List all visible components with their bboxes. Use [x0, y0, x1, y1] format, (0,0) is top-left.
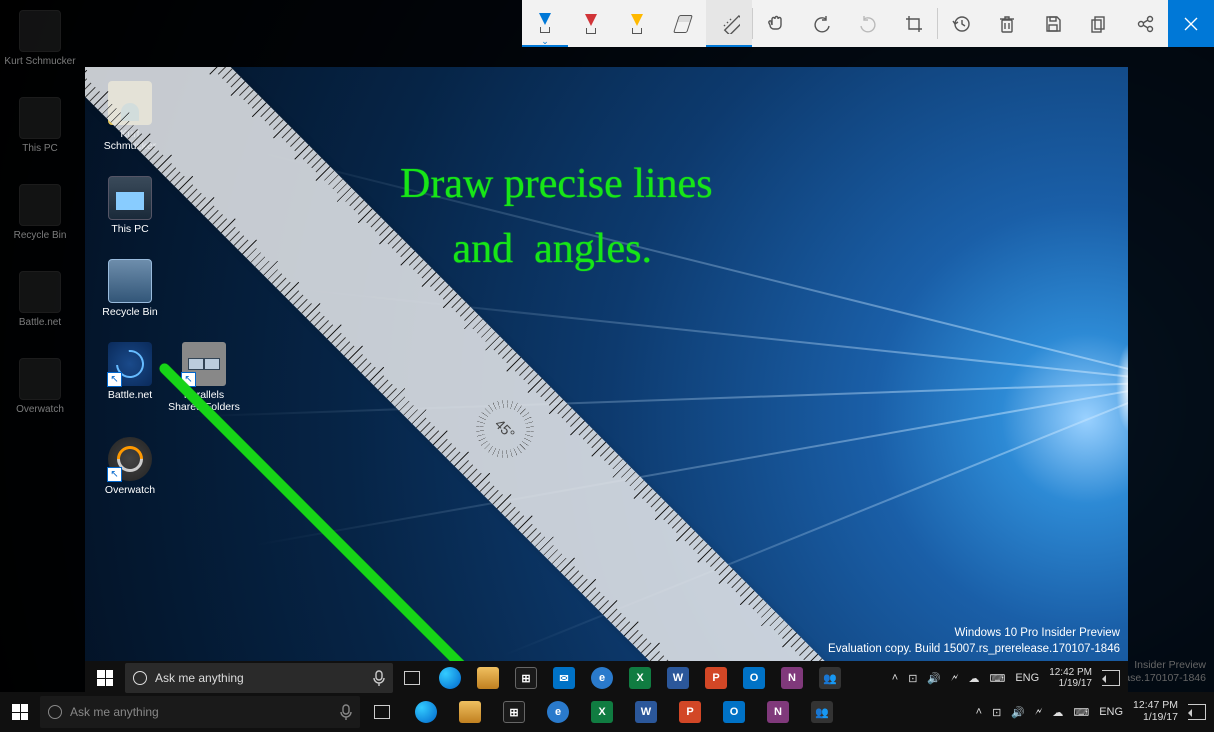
tray-chevron-icon[interactable]: ˄ — [892, 672, 898, 684]
pen-red[interactable] — [568, 0, 614, 47]
cortana-search[interactable]: Ask me anything — [125, 663, 393, 693]
tray-onedrive-icon[interactable]: ☁ — [968, 672, 979, 685]
outer-start-button[interactable] — [0, 692, 40, 732]
app-ie[interactable]: e — [583, 661, 621, 695]
crop-button[interactable] — [891, 0, 937, 47]
ruler-angle-indicator: 45° — [464, 388, 546, 470]
outer-taskbar: Ask me anything ⊞ e X W P O N 👥 ˄ ⊡ 🔊 🗲 … — [0, 692, 1214, 732]
redo-icon — [858, 14, 878, 34]
app-excel[interactable]: X — [580, 692, 624, 732]
app-outlook[interactable]: O — [735, 661, 773, 695]
backdrop-desktop-icons: Kurt Schmucker This PC Recycle Bin Battl… — [0, 10, 80, 415]
outer-taskbar-apps: ⊞ e X W P O N 👥 — [360, 692, 844, 732]
app-outlook[interactable]: O — [712, 692, 756, 732]
action-center-icon[interactable] — [1102, 670, 1120, 686]
windows-watermark: Windows 10 Pro Insider Preview Evaluatio… — [828, 625, 1120, 657]
tray-keyboard-icon[interactable]: ⌨ — [989, 672, 1005, 685]
tray-network-icon[interactable]: ⊡ — [992, 706, 1001, 719]
save-icon — [1043, 14, 1063, 34]
app-file-explorer[interactable] — [469, 661, 507, 695]
taskbar-apps: ⊞ ✉ e X W P O N 👥 — [393, 661, 849, 695]
touch-writing-tool[interactable] — [753, 0, 799, 47]
start-button[interactable] — [85, 658, 125, 695]
close-button[interactable] — [1168, 0, 1214, 47]
app-word[interactable]: W — [624, 692, 668, 732]
system-tray[interactable]: ˄ ⊡ 🔊 🗲 ☁ ⌨ ENG 12:42 PM 1/19/17 — [884, 667, 1128, 689]
pen-blue[interactable] — [522, 0, 568, 47]
copy-button[interactable] — [1076, 0, 1122, 47]
app-file-explorer[interactable] — [448, 692, 492, 732]
undo-button[interactable] — [799, 0, 845, 47]
cortana-icon — [133, 671, 147, 685]
save-button[interactable] — [1030, 0, 1076, 47]
share-icon — [1135, 14, 1155, 34]
app-onenote[interactable]: N — [773, 661, 811, 695]
redo-button[interactable] — [845, 0, 891, 47]
hand-icon — [765, 13, 787, 35]
search-placeholder: Ask me anything — [155, 671, 244, 685]
taskbar-clock[interactable]: 12:42 PM 1/19/17 — [1049, 667, 1092, 689]
app-edge[interactable] — [431, 661, 469, 695]
app-mail[interactable]: ✉ — [545, 661, 583, 695]
outer-cortana-search[interactable]: Ask me anything — [40, 696, 360, 728]
outer-action-center-icon[interactable] — [1188, 704, 1206, 720]
share-button[interactable] — [1122, 0, 1168, 47]
app-edge[interactable] — [404, 692, 448, 732]
mic-icon — [373, 670, 385, 686]
app-word[interactable]: W — [659, 661, 697, 695]
tray-volume-icon[interactable]: 🔊 — [927, 672, 941, 685]
trash-icon — [997, 14, 1017, 34]
tray-chevron-icon[interactable]: ˄ — [976, 706, 982, 718]
history-button[interactable] — [938, 0, 984, 47]
app-powerpoint[interactable]: P — [668, 692, 712, 732]
handwriting-annotation: Draw precise lines and angles. — [400, 152, 713, 282]
task-view-button[interactable] — [393, 661, 431, 695]
tray-volume-icon[interactable]: 🔊 — [1011, 706, 1025, 719]
app-people[interactable]: 👥 — [800, 692, 844, 732]
tray-onedrive-icon[interactable]: ☁ — [1052, 706, 1063, 719]
search-placeholder: Ask me anything — [70, 705, 159, 719]
app-store[interactable]: ⊞ — [507, 661, 545, 695]
app-store[interactable]: ⊞ — [492, 692, 536, 732]
outer-system-tray[interactable]: ˄ ⊡ 🔊 🗲 ☁ ⌨ ENG 12:47 PM 1/19/17 — [968, 700, 1214, 723]
screen-sketch-canvas[interactable]: Kurt Schmucker This PC Recycle Bin Battl… — [85, 67, 1128, 695]
inner-taskbar: Ask me anything ⊞ ✉ e X W P O N 👥 ˄ ⊡ 🔊 … — [85, 661, 1128, 695]
close-icon — [1182, 15, 1200, 33]
desktop-icon-this-pc[interactable]: This PC — [93, 176, 167, 235]
app-powerpoint[interactable]: P — [697, 661, 735, 695]
cortana-icon — [48, 705, 62, 719]
app-ie[interactable]: e — [536, 692, 580, 732]
copy-icon — [1089, 14, 1109, 34]
app-onenote[interactable]: N — [756, 692, 800, 732]
crop-icon — [904, 14, 924, 34]
tray-lang[interactable]: ENG — [1015, 672, 1039, 684]
undo-icon — [812, 14, 832, 34]
tray-battery-icon[interactable]: 🗲 — [1035, 706, 1042, 719]
history-icon — [951, 14, 971, 34]
tray-network-icon[interactable]: ⊡ — [908, 672, 917, 685]
wallpaper-flare — [1116, 343, 1128, 433]
desktop-icon-recycle-bin[interactable]: Recycle Bin — [93, 259, 167, 318]
outer-taskbar-clock[interactable]: 12:47 PM 1/19/17 — [1133, 700, 1178, 723]
tray-lang[interactable]: ENG — [1099, 706, 1123, 718]
mic-icon — [340, 704, 352, 720]
delete-button[interactable] — [984, 0, 1030, 47]
screen-sketch-toolbar — [522, 0, 1214, 47]
app-excel[interactable]: X — [621, 661, 659, 695]
ruler-icon — [718, 12, 740, 34]
backdrop-watermark: Insider Preview ase.170107-1846 — [1124, 659, 1206, 686]
tray-battery-icon[interactable]: 🗲 — [951, 672, 958, 685]
desktop-icon-battlenet[interactable]: Battle.net — [93, 342, 167, 413]
pen-yellow[interactable] — [614, 0, 660, 47]
task-view-button[interactable] — [360, 692, 404, 732]
tray-keyboard-icon[interactable]: ⌨ — [1073, 706, 1089, 719]
eraser-tool[interactable] — [660, 0, 706, 47]
app-people[interactable]: 👥 — [811, 661, 849, 695]
desktop-icon-overwatch[interactable]: Overwatch — [93, 437, 167, 496]
ruler-tool[interactable] — [706, 0, 752, 47]
